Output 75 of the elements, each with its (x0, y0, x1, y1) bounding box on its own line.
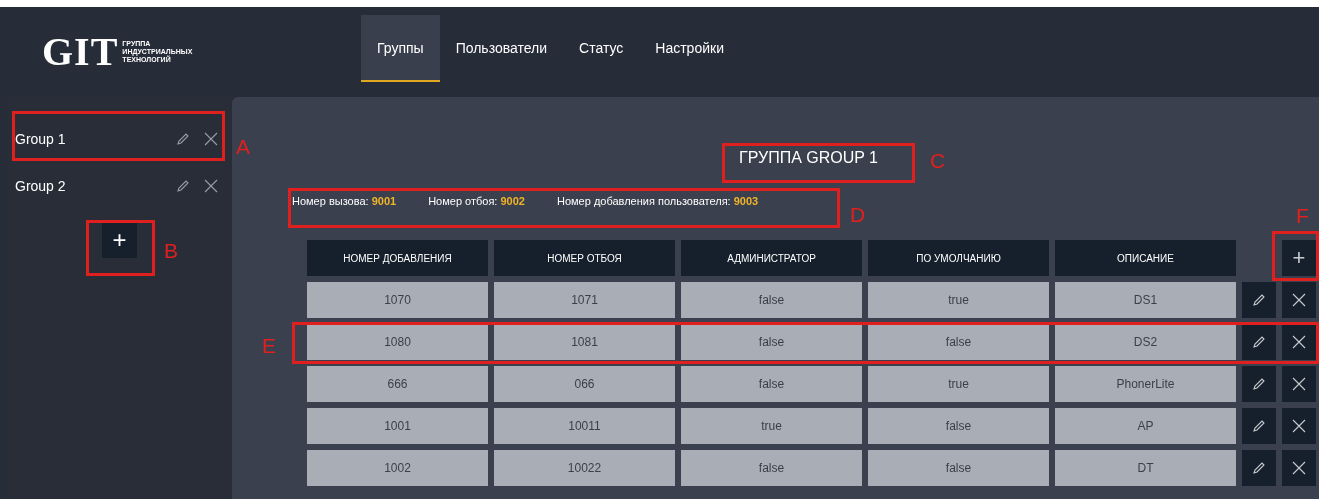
close-icon (1292, 461, 1306, 475)
delete-row-button[interactable] (1282, 282, 1316, 318)
add-row-button[interactable]: + (1282, 240, 1316, 276)
edit-row-button[interactable] (1242, 282, 1276, 318)
annotation-frame (1272, 231, 1319, 281)
annotation-letter: E (262, 335, 276, 356)
table-cell: true (681, 408, 862, 444)
table-cell: 10022 (494, 450, 675, 486)
table-cell: 1080 (307, 324, 488, 360)
pencil-icon (1252, 377, 1266, 391)
pencil-icon (1252, 461, 1266, 475)
table-cell: 666 (307, 366, 488, 402)
pencil-icon (176, 131, 190, 146)
nav-tab[interactable]: Группы (361, 15, 440, 82)
close-icon (204, 131, 218, 146)
table-cell: PhonerLite (1055, 366, 1236, 402)
pencil-icon (1252, 335, 1266, 349)
table-cell: 1071 (494, 282, 675, 318)
close-icon (204, 178, 218, 193)
pencil-icon (1252, 419, 1266, 433)
table-cell: true (868, 282, 1049, 318)
add-group-button[interactable]: + (102, 222, 137, 258)
annotation-letter: A (236, 136, 250, 157)
table-cell: DS1 (1055, 282, 1236, 318)
edit-row-button[interactable] (1242, 450, 1276, 486)
column-header: ОПИСАНИЕ (1055, 240, 1236, 276)
table-cell: 10011 (494, 408, 675, 444)
delete-row-button[interactable] (1282, 324, 1316, 360)
table-cell: 1002 (307, 450, 488, 486)
table-cell: false (681, 282, 862, 318)
nav-tab[interactable]: Настройки (639, 15, 740, 82)
table-cell: false (681, 366, 862, 402)
annotation-letter: C (930, 150, 946, 171)
edit-row-button[interactable] (1242, 408, 1276, 444)
group-title: ГРУППА GROUP 1 (739, 149, 878, 167)
delete-row-button[interactable] (1282, 366, 1316, 402)
table-cell: false (868, 450, 1049, 486)
edit-row-button[interactable] (1242, 324, 1276, 360)
table-cell: false (868, 324, 1049, 360)
delete-row-button[interactable] (1282, 450, 1316, 486)
annotation-letter: D (850, 204, 866, 225)
table-cell: 1070 (307, 282, 488, 318)
info-text: Номер добавления пользователя: 9003 (556, 195, 759, 207)
column-header: НОМЕР ОТБОЯ (494, 240, 675, 276)
annotation-letter: F (1296, 205, 1309, 226)
column-header: ПО УМОЛЧАНИЮ (868, 240, 1049, 276)
pencil-icon (176, 178, 190, 193)
group-name[interactable]: Group 1 (15, 130, 164, 147)
table-cell: 1001 (307, 408, 488, 444)
table-cell: false (868, 408, 1049, 444)
info-text: Номер вызова: 9001 (292, 195, 397, 207)
delete-row-button[interactable] (1282, 408, 1316, 444)
table-cell: 1081 (494, 324, 675, 360)
table-cell: false (681, 450, 862, 486)
nav-tab[interactable]: Статус (563, 15, 640, 82)
close-icon (1292, 335, 1306, 349)
close-icon (1292, 293, 1306, 307)
table-cell: true (868, 366, 1049, 402)
column-header: НОМЕР ДОБАВЛЕНИЯ (307, 240, 488, 276)
table-cell: false (681, 324, 862, 360)
table-cell: DS2 (1055, 324, 1236, 360)
table-cell: AP (1055, 408, 1236, 444)
info-text: Номер отбоя: 9002 (428, 195, 525, 207)
close-icon (1292, 377, 1306, 391)
nav-tab[interactable]: Пользователи (439, 15, 564, 82)
annotation-letter: B (164, 240, 178, 261)
group-name[interactable]: Group 2 (15, 177, 164, 194)
annotation-frame (86, 220, 155, 276)
column-header: АДМИНИСТРАТОР (681, 240, 862, 276)
table-cell: 066 (494, 366, 675, 402)
close-icon (1292, 419, 1306, 433)
edit-row-button[interactable] (1242, 366, 1276, 402)
table-cell: DT (1055, 450, 1236, 486)
logo-mark: GIT (42, 31, 119, 72)
pencil-icon (1252, 293, 1266, 307)
